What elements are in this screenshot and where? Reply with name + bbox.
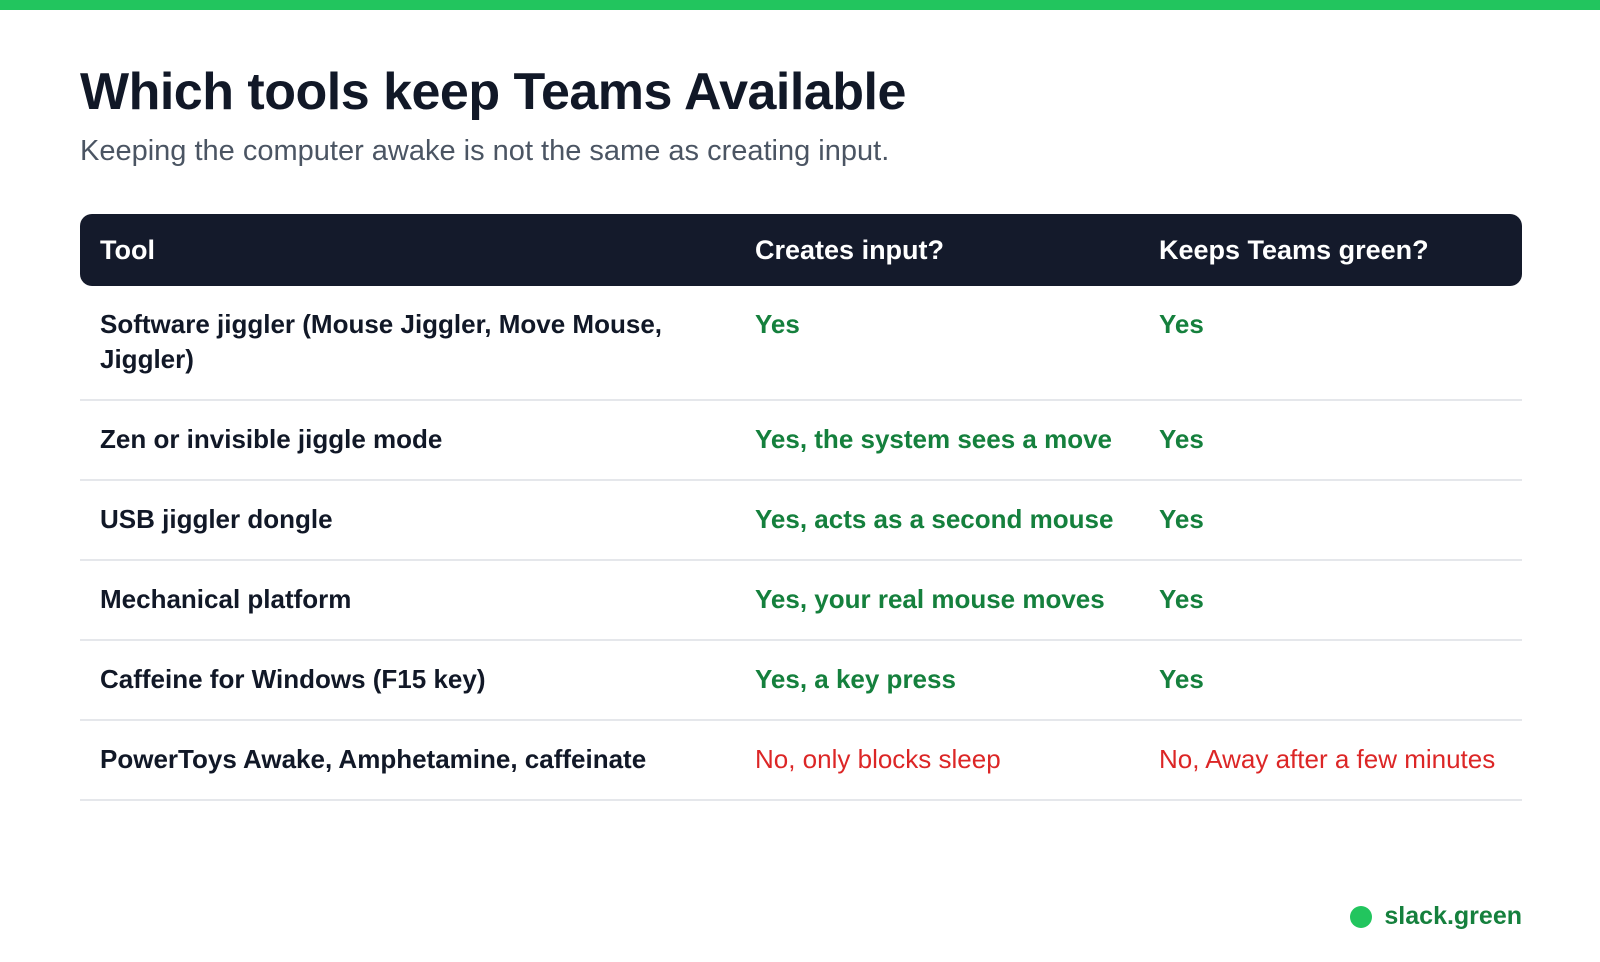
- table-body: Software jiggler (Mouse Jiggler, Move Mo…: [80, 286, 1522, 801]
- tool-cell: USB jiggler dongle: [80, 480, 735, 561]
- table-row: Mechanical platform Yes, your real mouse…: [80, 560, 1522, 641]
- creates-input-cell: Yes, a key press: [735, 640, 1139, 721]
- table-row: USB jiggler dongle Yes, acts as a second…: [80, 480, 1522, 561]
- creates-input-cell: Yes, your real mouse moves: [735, 560, 1139, 641]
- table-header-row: Tool Creates input? Keeps Teams green?: [80, 214, 1522, 286]
- brand-footer: slack.green: [1350, 902, 1522, 931]
- green-dot-icon: [1350, 905, 1373, 928]
- page-subtitle: Keeping the computer awake is not the sa…: [80, 135, 890, 167]
- header-tool: Tool: [100, 234, 155, 265]
- creates-input-cell: No, only blocks sleep: [735, 720, 1139, 801]
- creates-input-cell: Yes, the system sees a move: [735, 400, 1139, 481]
- keeps-green-cell: Yes: [1139, 400, 1522, 481]
- comparison-table-container: Tool Creates input? Keeps Teams green? S…: [80, 214, 1522, 801]
- page-title: Which tools keep Teams Available: [80, 63, 906, 121]
- tool-cell: Mechanical platform: [80, 560, 735, 641]
- table-row: Software jiggler (Mouse Jiggler, Move Mo…: [80, 286, 1522, 401]
- keeps-green-cell: No, Away after a few minutes: [1139, 720, 1522, 801]
- keeps-green-cell: Yes: [1139, 286, 1522, 401]
- creates-input-cell: Yes, acts as a second mouse: [735, 480, 1139, 561]
- tool-cell: Software jiggler (Mouse Jiggler, Move Mo…: [80, 286, 735, 401]
- comparison-table: Tool Creates input? Keeps Teams green? S…: [80, 214, 1522, 801]
- creates-input-cell: Yes: [735, 286, 1139, 401]
- table-row: Caffeine for Windows (F15 key) Yes, a ke…: [80, 640, 1522, 721]
- table-row: Zen or invisible jiggle mode Yes, the sy…: [80, 400, 1522, 481]
- tool-cell: PowerToys Awake, Amphetamine, caffeinate: [80, 720, 735, 801]
- keeps-green-cell: Yes: [1139, 480, 1522, 561]
- header-keeps-green: Keeps Teams green?: [1159, 234, 1429, 265]
- tool-cell: Caffeine for Windows (F15 key): [80, 640, 735, 721]
- table-row: PowerToys Awake, Amphetamine, caffeinate…: [80, 720, 1522, 801]
- keeps-green-cell: Yes: [1139, 640, 1522, 721]
- top-accent-bar: [0, 0, 1600, 10]
- keeps-green-cell: Yes: [1139, 560, 1522, 641]
- header-creates-input: Creates input?: [755, 234, 945, 265]
- tool-cell: Zen or invisible jiggle mode: [80, 400, 735, 481]
- brand-label: slack.green: [1384, 902, 1522, 930]
- table-header: Tool Creates input? Keeps Teams green?: [80, 214, 1522, 286]
